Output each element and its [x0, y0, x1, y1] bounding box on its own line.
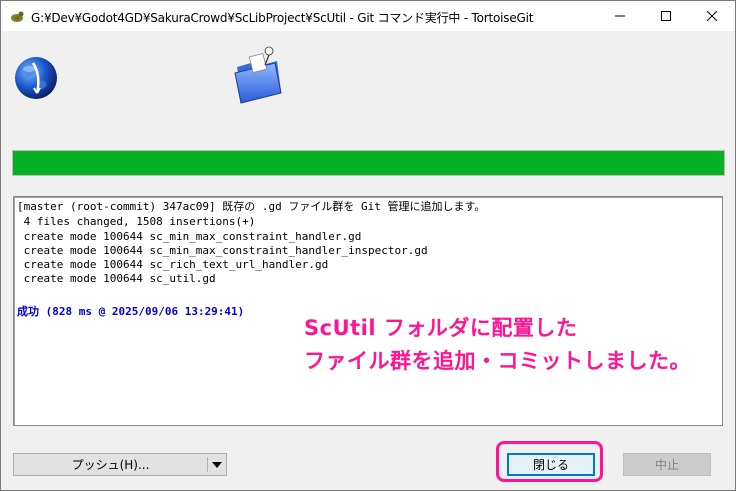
log-line: [master (root-commit) 347ac09] 既存の .gd フ… — [17, 200, 486, 213]
chevron-down-icon — [212, 461, 222, 468]
output-log[interactable]: [master (root-commit) 347ac09] 既存の .gd フ… — [13, 196, 723, 426]
progress-bar — [12, 150, 725, 176]
annotation-line: ScUtil フォルダに配置した — [304, 316, 578, 340]
push-split-button[interactable]: プッシュ(H)... — [13, 453, 227, 476]
log-line: create mode 100644 sc_min_max_constraint… — [17, 244, 428, 257]
stop-button: 中止 — [623, 453, 711, 476]
log-line: 4 files changed, 1508 insertions(+) — [17, 215, 256, 228]
log-line: create mode 100644 sc_util.gd — [17, 272, 216, 285]
folder-icon — [231, 45, 285, 109]
close-button[interactable]: 閉じる — [507, 453, 595, 476]
log-line: create mode 100644 sc_rich_text_url_hand… — [17, 258, 329, 271]
minimize-icon — [615, 15, 625, 17]
maximize-button[interactable] — [643, 1, 689, 31]
close-icon — [707, 11, 717, 21]
tortoisegit-icon — [9, 8, 25, 24]
annotation-line: ファイル群を追加・コミットしました。 — [304, 349, 691, 373]
window-title: G:¥Dev¥Godot4GD¥SakuraCrowd¥ScLibProject… — [31, 11, 534, 25]
maximize-icon — [661, 11, 671, 21]
log-success-line: 成功 (828 ms @ 2025/09/06 13:29:41) — [17, 305, 245, 318]
push-button[interactable]: プッシュ(H)... — [14, 454, 207, 475]
title-bar[interactable]: G:¥Dev¥Godot4GD¥SakuraCrowd¥ScLibProject… — [1, 1, 735, 31]
progress-fill — [13, 151, 724, 175]
tortoisegit-progress-window: G:¥Dev¥Godot4GD¥SakuraCrowd¥ScLibProject… — [0, 0, 736, 491]
log-line: create mode 100644 sc_min_max_constraint… — [17, 230, 362, 243]
close-window-button[interactable] — [689, 1, 735, 31]
push-dropdown-button[interactable] — [208, 454, 226, 475]
globe-icon — [13, 55, 59, 105]
minimize-button[interactable] — [597, 1, 643, 31]
